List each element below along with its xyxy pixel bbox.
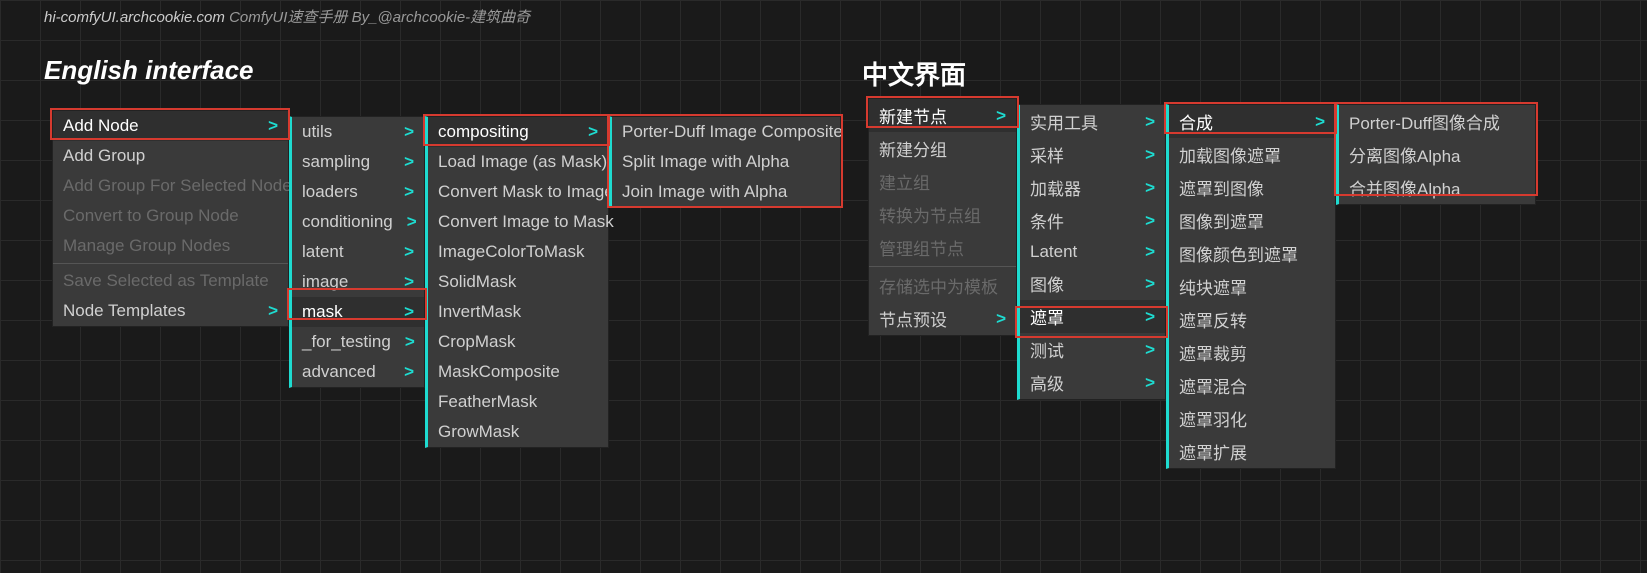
menu-add-group-selected: Add Group For Selected Nodes	[53, 171, 288, 201]
menu-conditioning-zh[interactable]: 条件>	[1020, 204, 1165, 237]
site-url: hi-comfyUI.archcookie.com	[44, 9, 225, 26]
chevron-right-icon: >	[1145, 373, 1155, 393]
menu-convert-group-node-zh: 转换为节点组	[869, 198, 1016, 231]
zh-submenu-compositing: Porter-Duff图像合成 分离图像Alpha 合并图像Alpha	[1336, 104, 1536, 205]
zh-submenu-categories: 实用工具> 采样> 加载器> 条件> Latent> 图像> 遮罩> 测试> 高…	[1017, 104, 1166, 400]
chevron-right-icon: >	[404, 152, 414, 172]
menu-sampling-zh[interactable]: 采样>	[1020, 138, 1165, 171]
menu-compositing[interactable]: compositing>	[428, 117, 608, 147]
chevron-right-icon: >	[1145, 112, 1155, 132]
en-submenu-compositing: Porter-Duff Image Composite Split Image …	[609, 116, 841, 208]
menu-utils-zh[interactable]: 实用工具>	[1020, 105, 1165, 138]
chevron-right-icon: >	[996, 106, 1006, 126]
menu-crop-mask[interactable]: CropMask	[428, 327, 608, 357]
menu-grow-mask-zh[interactable]: 遮罩扩展	[1169, 435, 1335, 468]
chevron-right-icon: >	[1145, 274, 1155, 294]
chevron-right-icon: >	[1145, 307, 1155, 327]
menu-conditioning[interactable]: conditioning>	[292, 207, 424, 237]
menu-add-group-selected-zh: 建立组	[869, 165, 1016, 198]
menu-load-image-mask-zh[interactable]: 加载图像遮罩	[1169, 138, 1335, 171]
chevron-right-icon: >	[1145, 145, 1155, 165]
menu-add-node-zh[interactable]: 新建节点>	[869, 99, 1016, 132]
menu-utils[interactable]: utils>	[292, 117, 424, 147]
menu-compositing-zh[interactable]: 合成>	[1169, 105, 1335, 138]
menu-separator	[53, 263, 288, 264]
chevron-right-icon: >	[404, 182, 414, 202]
menu-advanced-zh[interactable]: 高级>	[1020, 366, 1165, 399]
en-context-menu: Add Node> Add Group Add Group For Select…	[52, 110, 289, 327]
menu-mask-composite[interactable]: MaskComposite	[428, 357, 608, 387]
chevron-right-icon: >	[268, 301, 278, 321]
chevron-right-icon: >	[404, 242, 414, 262]
menu-join-alpha[interactable]: Join Image with Alpha	[612, 177, 840, 207]
menu-mask-composite-zh[interactable]: 遮罩混合	[1169, 369, 1335, 402]
chevron-right-icon: >	[404, 122, 414, 142]
chevron-right-icon: >	[1145, 340, 1155, 360]
menu-mask-zh[interactable]: 遮罩>	[1020, 300, 1165, 333]
chevron-right-icon: >	[996, 309, 1006, 329]
menu-sampling[interactable]: sampling>	[292, 147, 424, 177]
menu-porter-duff[interactable]: Porter-Duff Image Composite	[612, 117, 840, 147]
chevron-right-icon: >	[404, 302, 414, 322]
en-submenu-mask: compositing> Load Image (as Mask) Conver…	[425, 116, 609, 448]
menu-split-alpha-zh[interactable]: 分离图像Alpha	[1339, 138, 1535, 171]
menu-convert-mask-image[interactable]: Convert Mask to Image	[428, 177, 608, 207]
menu-image-zh[interactable]: 图像>	[1020, 267, 1165, 300]
menu-crop-mask-zh[interactable]: 遮罩裁剪	[1169, 336, 1335, 369]
menu-convert-mask-image-zh[interactable]: 遮罩到图像	[1169, 171, 1335, 204]
menu-save-template-zh: 存储选中为模板	[869, 269, 1016, 302]
menu-grow-mask[interactable]: GrowMask	[428, 417, 608, 447]
menu-feather-mask-zh[interactable]: 遮罩羽化	[1169, 402, 1335, 435]
zh-context-menu: 新建节点> 新建分组 建立组 转换为节点组 管理组节点 存储选中为模板 节点预设…	[868, 98, 1017, 336]
section-title-chinese: 中文界面	[862, 55, 966, 92]
menu-node-templates-zh[interactable]: 节点预设>	[869, 302, 1016, 335]
chevron-right-icon: >	[1145, 211, 1155, 231]
menu-split-alpha[interactable]: Split Image with Alpha	[612, 147, 840, 177]
chevron-right-icon: >	[404, 362, 414, 382]
menu-solid-mask-zh[interactable]: 纯块遮罩	[1169, 270, 1335, 303]
page-header: hi-comfyUI.archcookie.com ComfyUI速查手册 By…	[44, 6, 530, 27]
menu-image[interactable]: image>	[292, 267, 424, 297]
site-tagline: ComfyUI速查手册 By_@archcookie-建筑曲奇	[229, 9, 530, 26]
menu-feather-mask[interactable]: FeatherMask	[428, 387, 608, 417]
chevron-right-icon: >	[1145, 242, 1155, 262]
menu-convert-image-mask[interactable]: Convert Image to Mask	[428, 207, 608, 237]
menu-mask[interactable]: mask>	[292, 297, 424, 327]
menu-loaders[interactable]: loaders>	[292, 177, 424, 207]
menu-for-testing-zh[interactable]: 测试>	[1020, 333, 1165, 366]
menu-separator	[869, 266, 1016, 267]
chevron-right-icon: >	[268, 116, 278, 136]
menu-node-templates[interactable]: Node Templates>	[53, 296, 288, 326]
menu-image-color-mask[interactable]: ImageColorToMask	[428, 237, 608, 267]
menu-manage-group-nodes: Manage Group Nodes	[53, 231, 288, 261]
menu-convert-image-mask-zh[interactable]: 图像到遮罩	[1169, 204, 1335, 237]
menu-for-testing[interactable]: _for_testing>	[292, 327, 424, 357]
section-title-english: English interface	[44, 55, 254, 86]
chevron-right-icon: >	[404, 272, 414, 292]
zh-submenu-mask: 合成> 加载图像遮罩 遮罩到图像 图像到遮罩 图像颜色到遮罩 纯块遮罩 遮罩反转…	[1166, 104, 1336, 469]
menu-add-node[interactable]: Add Node>	[53, 111, 288, 141]
menu-image-color-mask-zh[interactable]: 图像颜色到遮罩	[1169, 237, 1335, 270]
en-submenu-categories: utils> sampling> loaders> conditioning> …	[289, 116, 425, 388]
menu-porter-duff-zh[interactable]: Porter-Duff图像合成	[1339, 105, 1535, 138]
menu-save-template: Save Selected as Template	[53, 266, 288, 296]
menu-manage-group-nodes-zh: 管理组节点	[869, 231, 1016, 264]
menu-latent-zh[interactable]: Latent>	[1020, 237, 1165, 267]
menu-invert-mask[interactable]: InvertMask	[428, 297, 608, 327]
chevron-right-icon: >	[405, 332, 415, 352]
menu-latent[interactable]: latent>	[292, 237, 424, 267]
menu-loaders-zh[interactable]: 加载器>	[1020, 171, 1165, 204]
chevron-right-icon: >	[407, 212, 417, 232]
menu-add-group-zh[interactable]: 新建分组	[869, 132, 1016, 165]
menu-join-alpha-zh[interactable]: 合并图像Alpha	[1339, 171, 1535, 204]
chevron-right-icon: >	[1145, 178, 1155, 198]
chevron-right-icon: >	[1315, 112, 1325, 132]
menu-add-group[interactable]: Add Group	[53, 141, 288, 171]
menu-advanced[interactable]: advanced>	[292, 357, 424, 387]
menu-invert-mask-zh[interactable]: 遮罩反转	[1169, 303, 1335, 336]
menu-solid-mask[interactable]: SolidMask	[428, 267, 608, 297]
menu-convert-group-node: Convert to Group Node	[53, 201, 288, 231]
chevron-right-icon: >	[588, 122, 598, 142]
menu-load-image-mask[interactable]: Load Image (as Mask)	[428, 147, 608, 177]
